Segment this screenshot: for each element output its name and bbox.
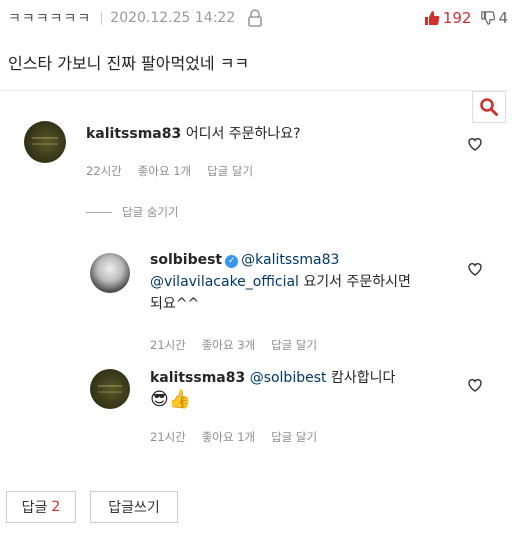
reply-username[interactable]: solbibest: [150, 252, 222, 268]
reply-reply-link[interactable]: 답글 달기: [271, 429, 317, 445]
hide-replies-label: 답글 숨기기: [122, 205, 179, 219]
reply-username[interactable]: kalitssma83: [150, 370, 245, 386]
post-text: 인스타 가보니 진짜 팔아먹었네 ㅋㅋ: [8, 54, 250, 73]
meta-separator: [101, 11, 103, 25]
comment-reply-link[interactable]: 답글 달기: [207, 163, 253, 179]
reply-2: kalitssma83 @solbibest 캄사합니다 😎👍 21시간 좋아요…: [0, 363, 508, 453]
reply-count-label: 답글: [21, 500, 48, 516]
comment-username[interactable]: kalitssma83: [86, 126, 181, 142]
reply-actions: 21시간 좋아요 1개 답글 달기: [150, 429, 317, 445]
downvote-count: 4: [498, 9, 508, 27]
reply-body: solbibest ✓ @kalitssma83 @vilavilacake_off…: [150, 249, 470, 315]
avatar[interactable]: [24, 121, 66, 163]
instagram-screenshot: kalitssma83 어디서 주문하나요? 22시간 좋아요 1개 답글 달기…: [0, 90, 508, 475]
reply-likes[interactable]: 좋아요 1개: [202, 429, 255, 445]
post-meta-bar: ㅋㅋㅋㅋㅋㅋ 2020.12.25 14:22 192 4: [8, 6, 508, 30]
comment-text: 어디서 주문하나요?: [185, 126, 301, 142]
reply-body: kalitssma83 @solbibest 캄사합니다 😎👍: [150, 367, 470, 412]
write-reply-button[interactable]: 답글쓰기: [90, 491, 178, 523]
comment-actions: 22시간 좋아요 1개 답글 달기: [86, 163, 253, 179]
heart-icon[interactable]: [467, 377, 483, 393]
comment-likes[interactable]: 좋아요 1개: [138, 163, 191, 179]
reply-text: 요기서 주문하시면: [303, 274, 411, 290]
upvote-button[interactable]: 192: [424, 9, 472, 27]
mention-link[interactable]: @solbibest: [250, 370, 327, 386]
upvote-count: 192: [442, 9, 472, 27]
author-nickname[interactable]: ㅋㅋㅋㅋㅋㅋ: [8, 8, 91, 28]
comment-line: kalitssma83 어디서 주문하나요?: [86, 123, 301, 145]
heart-icon[interactable]: [467, 261, 483, 277]
post-date: 2020.12.25 14:22: [110, 10, 236, 26]
comment-time: 22시간: [86, 164, 122, 178]
reply-likes[interactable]: 좋아요 3개: [202, 337, 255, 353]
reply-1: solbibest ✓ @kalitssma83 @vilavilacake_off…: [0, 241, 508, 356]
verified-badge-icon: ✓: [225, 255, 239, 268]
reply-count: 2: [51, 499, 61, 515]
avatar[interactable]: [90, 369, 130, 409]
divider-line: [86, 211, 112, 213]
lock-icon: [247, 9, 263, 27]
reply-text: 캄사합니다: [330, 370, 396, 386]
comment-1: kalitssma83 어디서 주문하나요? 22시간 좋아요 1개 답글 달기: [0, 91, 508, 191]
emoji-sunglasses-thumbs: 😎👍: [150, 389, 192, 410]
heart-icon[interactable]: [467, 136, 483, 152]
thumbs-down-icon: [481, 11, 496, 25]
downvote-button[interactable]: 4: [481, 9, 508, 27]
reply-count-button[interactable]: 답글 2: [6, 491, 76, 523]
hide-replies-toggle[interactable]: 답글 숨기기: [86, 204, 179, 220]
reply-reply-link[interactable]: 답글 달기: [271, 337, 317, 353]
mention-link[interactable]: @vilavilacake_official: [150, 274, 299, 290]
reply-text-cont: 되요^^: [150, 296, 200, 312]
avatar[interactable]: [90, 253, 130, 293]
reply-time: 21시간: [150, 338, 186, 352]
vote-group: 192 4: [424, 6, 508, 30]
thumbs-up-icon: [424, 11, 440, 25]
reply-actions: 21시간 좋아요 3개 답글 달기: [150, 337, 317, 353]
mention-link[interactable]: @kalitssma83: [241, 252, 339, 268]
reply-time: 21시간: [150, 430, 186, 444]
